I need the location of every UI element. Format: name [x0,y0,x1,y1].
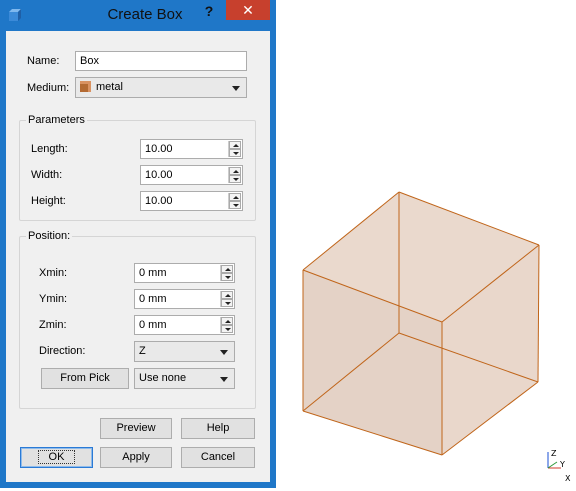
zmin-up-arrow[interactable] [221,317,233,325]
direction-select[interactable]: Z [134,341,235,362]
zmin-down-arrow[interactable] [221,325,233,333]
3d-viewport[interactable]: Z Y X [276,0,576,488]
ymin-down-arrow[interactable] [221,299,233,307]
axis-label-x: X [565,474,571,483]
name-input[interactable]: Box [75,51,247,71]
apply-button[interactable]: Apply [100,447,172,468]
axis-label-y: Y [559,460,565,469]
length-up-arrow[interactable] [229,141,241,149]
chevron-down-icon [220,350,228,355]
parameters-title: Parameters [26,114,87,126]
close-button[interactable]: ✕ [226,0,270,20]
width-value: 10.00 [145,169,173,181]
height-label: Height: [31,195,66,207]
cancel-button[interactable]: Cancel [181,447,255,468]
medium-label: Medium: [27,82,70,94]
title-bar[interactable]: Create Box ? ✕ [0,0,276,30]
height-down-arrow[interactable] [229,201,241,209]
height-value: 10.00 [145,195,173,207]
cube-model[interactable] [302,191,540,456]
zmin-label: Zmin: [39,319,67,331]
axis-triad: Z Y X [547,449,571,483]
dialog-body: Name: Box Medium: metal Parameters Lengt… [6,31,270,482]
xmin-down-arrow[interactable] [221,273,233,281]
ok-label: OK [37,450,76,464]
length-label: Length: [31,143,68,155]
ymin-up-arrow[interactable] [221,291,233,299]
from-pick-button[interactable]: From Pick [41,368,129,389]
position-title: Position: [26,230,73,242]
cube-canvas: Z Y X [302,191,571,483]
ymin-spinbox[interactable]: 0 mm [134,289,235,309]
chevron-down-icon [232,86,240,91]
use-select[interactable]: Use none [134,368,235,389]
ymin-value: 0 mm [139,293,167,305]
axis-label-z: Z [551,449,557,458]
help-title-button[interactable]: ? [200,3,218,21]
create-box-dialog: Create Box ? ✕ Name: Box Medium: metal P… [0,0,276,488]
xmin-label: Xmin: [39,267,68,279]
name-label: Name: [27,55,60,67]
height-up-arrow[interactable] [229,193,241,201]
length-down-arrow[interactable] [229,149,241,157]
length-value: 10.00 [145,143,173,155]
direction-label: Direction: [39,345,86,357]
xmin-up-arrow[interactable] [221,265,233,273]
app-icon [9,9,21,21]
help-button[interactable]: Help [181,418,255,439]
ymin-label: Ymin: [39,293,68,305]
zmin-value: 0 mm [139,319,167,331]
height-spinbox[interactable]: 10.00 [140,191,243,211]
ok-button[interactable]: OK [20,447,93,468]
chevron-down-icon [220,377,228,382]
use-value: Use none [139,372,187,384]
medium-select[interactable]: metal [75,77,247,98]
dialog-title: Create Box [107,6,183,23]
width-up-arrow[interactable] [229,167,241,175]
direction-value: Z [139,345,146,357]
medium-value: metal [96,81,123,93]
xmin-spinbox[interactable]: 0 mm [134,263,235,283]
width-down-arrow[interactable] [229,175,241,183]
length-spinbox[interactable]: 10.00 [140,139,243,159]
cube-icon [80,81,91,92]
width-spinbox[interactable]: 10.00 [140,165,243,185]
width-label: Width: [31,169,63,181]
zmin-spinbox[interactable]: 0 mm [134,315,235,335]
xmin-value: 0 mm [139,267,167,279]
preview-button[interactable]: Preview [100,418,172,439]
